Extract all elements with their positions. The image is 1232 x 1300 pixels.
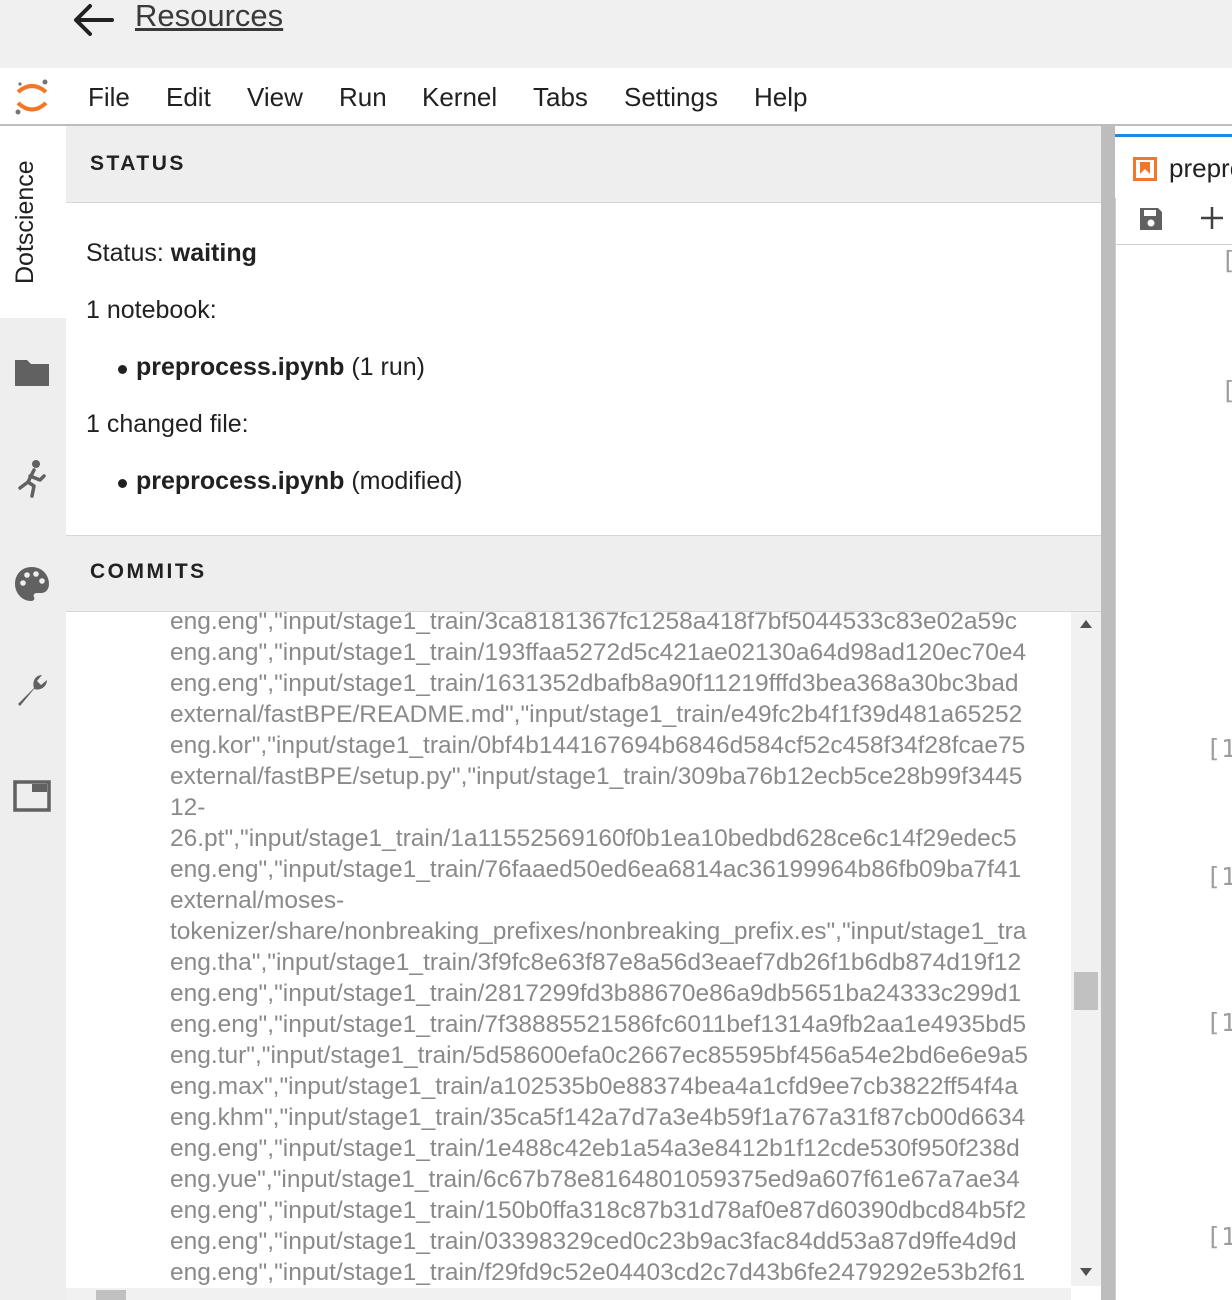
commit-line: eng.eng","input/stage1_train/f29fd9c52e0…	[170, 1259, 1026, 1286]
notebook-cells: [ [ [1 [1 [1 [1	[1115, 244, 1232, 1300]
tab-notebook[interactable]: prepro	[1115, 134, 1232, 201]
menu-view[interactable]: View	[247, 82, 303, 113]
commit-line: eng.eng","input/stage1_train/2817299fd3b…	[170, 980, 1022, 1007]
commit-line: eng.tha","input/stage1_train/3f9fc8e63f8…	[170, 949, 1022, 976]
wrench-icon[interactable]	[12, 670, 52, 710]
commit-line: external/fastBPE/setup.py","input/stage1…	[170, 763, 1023, 790]
commit-line: eng.eng","input/stage1_train/7f388855215…	[170, 1011, 1027, 1038]
commit-line: external/fastBPE/README.md","input/stage…	[170, 701, 1023, 728]
cell-prompt: [	[1221, 376, 1232, 405]
commit-line: eng.eng","input/stage1_train/3ca8181367f…	[170, 612, 1018, 635]
menu-kernel[interactable]: Kernel	[422, 82, 497, 113]
commits-vertical-scrollbar[interactable]	[1071, 612, 1101, 1286]
commit-line: eng.eng","input/stage1_train/1631352dbaf…	[170, 670, 1019, 697]
commits-horizontal-scrollbar[interactable]	[66, 1288, 1071, 1300]
menu-settings[interactable]: Settings	[624, 82, 718, 113]
cell-prompt: [1	[1206, 734, 1232, 763]
status-header-title: STATUS	[90, 152, 186, 175]
commit-line: eng.eng","input/stage1_train/150b0ffa318…	[170, 1197, 1027, 1224]
activity-bar: Dotscience	[0, 126, 67, 1300]
bullet-dot	[118, 365, 127, 374]
palette-icon[interactable]	[12, 564, 52, 604]
commit-line: eng.tur","input/stage1_train/5d58600efa0…	[170, 1042, 1028, 1069]
commits-list[interactable]: eng.eng","input/stage1_train/3ca8181367f…	[66, 612, 1071, 1300]
scroll-down-arrow-icon[interactable]	[1080, 1268, 1092, 1276]
notebook-runs: (1 run)	[344, 353, 425, 381]
bullet-dot	[118, 479, 127, 488]
commits-header-title: COMMITS	[90, 560, 207, 583]
menu-help[interactable]: Help	[754, 82, 807, 113]
notebooks-heading: 1 notebook:	[86, 296, 217, 324]
notebook-name: preprocess.ipynb	[136, 353, 345, 381]
add-icon[interactable]	[1198, 204, 1226, 232]
commit-line: eng.eng","input/stage1_train/76faaed50ed…	[170, 856, 1022, 883]
cell-prompt: [	[1221, 246, 1232, 275]
resources-back-link[interactable]: Resources	[135, 0, 283, 34]
notebook-area: prepro [ [ [1 [1 [1 [1	[1115, 126, 1232, 1300]
dotscience-tab-label: Dotscience	[11, 160, 39, 284]
changed-file-list-item: preprocess.ipynb (modified)	[136, 467, 463, 496]
running-icon[interactable]	[12, 458, 52, 498]
jupyter-logo-icon	[15, 79, 48, 115]
menu-run[interactable]: Run	[339, 82, 387, 113]
cell-prompt: [1	[1206, 1222, 1232, 1251]
commits-section-header[interactable]: COMMITS	[66, 536, 1101, 612]
menu-bar: File Edit View Run Kernel Tabs Settings …	[0, 68, 1232, 126]
back-arrow-icon[interactable]	[72, 2, 114, 38]
cell-prompt: [1	[1206, 1008, 1232, 1037]
changed-file-name: preprocess.ipynb	[136, 467, 345, 495]
changed-file-state: (modified)	[344, 467, 463, 495]
commit-line: external/moses-	[170, 887, 345, 914]
commit-line: eng.eng","input/stage1_train/1e488c42eb1…	[170, 1135, 1020, 1162]
top-bar: Resources	[0, 0, 1232, 68]
commit-line: 26.pt","input/stage1_train/1a11552569160…	[170, 825, 1017, 852]
changed-files-heading: 1 changed file:	[86, 410, 249, 438]
commit-line: eng.khm","input/stage1_train/35ca5f142a7…	[170, 1104, 1026, 1131]
horizontal-scroll-thumb[interactable]	[96, 1290, 126, 1300]
menu-file[interactable]: File	[88, 82, 130, 113]
tab-window-icon[interactable]	[12, 776, 52, 816]
tab-dotscience[interactable]: Dotscience	[0, 126, 66, 318]
commit-line: eng.max","input/stage1_train/a102535b0e8…	[170, 1073, 1018, 1100]
menu-tabs[interactable]: Tabs	[533, 82, 588, 113]
commit-line: eng.yue","input/stage1_train/6c67b78e816…	[170, 1166, 1020, 1193]
notebook-icon	[1133, 157, 1157, 181]
commit-line: eng.ang","input/stage1_train/193ffaa5272…	[170, 639, 1027, 666]
save-icon[interactable]	[1138, 206, 1164, 232]
status-section-body: Status: waiting 1 notebook: preprocess.i…	[66, 203, 1101, 536]
folder-icon[interactable]	[12, 352, 52, 392]
notebook-list-item: preprocess.ipynb (1 run)	[136, 353, 425, 382]
commit-line: eng.eng","input/stage1_train/03398329ced…	[170, 1228, 1017, 1255]
status-value: waiting	[170, 239, 257, 267]
panel-splitter[interactable]	[1101, 126, 1115, 1300]
dotscience-panel: STATUS Status: waiting 1 notebook: prepr…	[66, 126, 1101, 1300]
status-section-header[interactable]: STATUS	[66, 126, 1101, 203]
commit-line: tokenizer/share/nonbreaking_prefixes/non…	[170, 918, 1027, 945]
commit-line: eng.kor","input/stage1_train/0bf4b144167…	[170, 732, 1026, 759]
scroll-thumb[interactable]	[1074, 972, 1098, 1010]
commit-line: 12-	[170, 794, 206, 821]
notebook-tab-label: prepro	[1169, 153, 1232, 183]
scroll-up-arrow-icon[interactable]	[1080, 620, 1092, 628]
cell-prompt: [1	[1206, 862, 1232, 891]
status-line: Status: waiting	[86, 239, 257, 268]
notebook-toolbar	[1115, 198, 1232, 245]
menu-edit[interactable]: Edit	[166, 82, 211, 113]
status-prefix: Status:	[86, 239, 171, 267]
